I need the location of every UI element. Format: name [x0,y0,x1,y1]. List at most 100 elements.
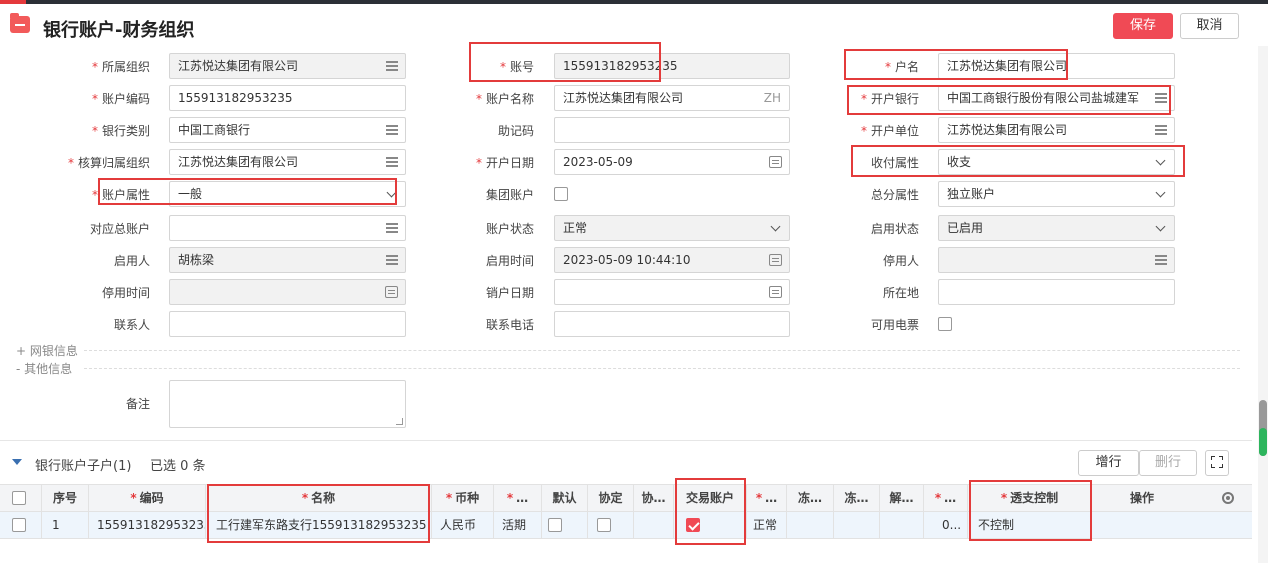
save-button[interactable]: 保存 [1113,13,1173,39]
col-seq[interactable]: 序号 [42,485,89,511]
disable-time-field[interactable] [169,279,406,305]
cell-actions[interactable] [1092,512,1252,538]
cell-type[interactable]: 活期 [494,512,542,538]
add-row-button[interactable]: 增行 [1078,450,1139,476]
col-overdraft[interactable]: * 透支控制 [968,485,1092,511]
account-code-field[interactable]: 155913182953235 [169,85,406,111]
cancel-button[interactable]: 取消 [1180,13,1239,39]
group-account-checkbox[interactable] [554,187,568,201]
open-unit-field[interactable]: 江苏悦达集团有限公司 [938,117,1175,143]
col-status[interactable]: *… [747,485,787,511]
contact-phone-label: 联系电话 [485,318,534,332]
accounting-org-field[interactable]: 江苏悦达集团有限公司 [169,149,406,175]
other-section-toggle[interactable]: - 其他信息 [16,360,72,377]
row-select[interactable] [0,512,42,538]
cell-overdraft[interactable]: 不控制 [968,512,1092,538]
cell-name[interactable]: 工行建军东路支行155913182953235 [206,512,432,538]
org-field[interactable]: 江苏悦达集团有限公司 [169,53,406,79]
col-currency[interactable]: * 币种 [432,485,494,511]
cell-freeze-1[interactable] [787,512,834,538]
e-bill-checkbox[interactable] [938,317,952,331]
agreement-checkbox[interactable] [597,518,611,532]
col-unfreeze[interactable]: 解… [880,485,924,511]
col-name[interactable]: * 名称 [206,485,432,511]
chevron-down-icon[interactable] [1155,155,1166,166]
col-agreement-2[interactable]: 协… [634,485,674,511]
bank-type-field[interactable]: 中国工商银行 [169,117,406,143]
cell-agreement[interactable] [588,512,634,538]
cell-freeze-2[interactable] [834,512,880,538]
fullscreen-button[interactable] [1205,450,1229,476]
e-bill-label: 可用电票 [870,318,919,332]
mnemonic-field[interactable] [554,117,790,143]
account-code-label: * 账户编码 [91,92,150,106]
bank-type-label: * 银行类别 [91,124,150,138]
enable-time-field[interactable]: 2023-05-09 10:44:10 [554,247,790,273]
scrollbar[interactable] [1258,46,1268,563]
account-name-label: * 户名 [884,60,919,74]
master-account-field[interactable] [169,215,406,241]
header-select-all[interactable] [0,485,42,511]
close-date-field[interactable] [554,279,790,305]
enable-status-select[interactable]: 已启用 [938,215,1175,241]
account-name-field[interactable]: 江苏悦达集团有限公司 [938,53,1175,79]
pay-attr-label: 收付属性 [870,156,919,170]
mnemonic-label: 助记码 [497,124,534,138]
bank-field[interactable]: 中国工商银行股份有限公司盐城建军 [938,85,1175,111]
org-label: * 所属组织 [91,60,150,74]
cell-default[interactable] [542,512,588,538]
list-icon[interactable] [1155,93,1167,103]
remark-label: 备注 [125,397,150,411]
col-agreement[interactable]: 协定 [588,485,634,511]
pay-attr-select[interactable]: 收支 [938,149,1175,175]
remark-textarea[interactable] [169,380,406,428]
col-freeze-1[interactable]: 冻… [787,485,834,511]
close-date-label: 销户日期 [485,286,534,300]
cell-unfreeze[interactable] [880,512,924,538]
cell-seq: 1 [42,512,89,538]
default-checkbox[interactable] [548,518,562,532]
list-icon[interactable] [1155,255,1167,265]
enable-status-label: 启用状态 [870,222,919,236]
account-no-label: * 账号 [499,60,534,74]
table-row[interactable]: 1 155913182953235 工行建军东路支行15591318295323… [0,512,1252,539]
cell-code[interactable]: 155913182953235 [89,512,206,538]
cell-status[interactable]: 正常 [747,512,787,538]
col-type[interactable]: *… [494,485,542,511]
col-default[interactable]: 默认 [542,485,588,511]
divider [84,350,1240,351]
open-date-field[interactable]: 2023-05-09 [554,149,790,175]
enable-time-label: 启用时间 [485,254,534,268]
delete-row-button[interactable]: 删行 [1139,450,1197,476]
col-amount[interactable]: *… [924,485,968,511]
chevron-down-icon[interactable] [1155,221,1166,232]
col-freeze-2[interactable]: 冻… [834,485,880,511]
disabler-field[interactable] [938,247,1175,273]
col-code[interactable]: * 编码 [89,485,206,511]
cell-amount[interactable]: 0... [924,512,968,538]
account-title-label: * 账户名称 [475,92,534,106]
trade-account-checkbox[interactable] [686,518,700,532]
master-attr-select[interactable]: 独立账户 [938,181,1175,207]
cell-agreement-2[interactable] [634,512,674,538]
collapse-triangle-icon[interactable] [12,459,22,465]
cell-trade-account[interactable] [674,512,747,538]
settings-gear-icon[interactable] [1222,492,1234,504]
account-title-field[interactable]: 江苏悦达集团有限公司 ZH [554,85,790,111]
col-trade-account[interactable]: 交易账户 [674,485,747,511]
select-all-checkbox[interactable] [12,491,26,505]
chevron-down-icon[interactable] [1155,187,1166,198]
netbank-section-toggle[interactable]: + 网银信息 [16,342,78,359]
account-status-select[interactable]: 正常 [554,215,790,241]
contact-field[interactable] [169,311,406,337]
disabler-label: 停用人 [882,254,919,268]
row-checkbox[interactable] [12,518,26,532]
accounting-org-label: * 核算归属组织 [67,156,150,170]
location-field[interactable] [938,279,1175,305]
account-attr-select[interactable]: 一般 [169,181,406,207]
cell-currency[interactable]: 人民币 [432,512,494,538]
list-icon[interactable] [1155,125,1167,135]
contact-phone-field[interactable] [554,311,790,337]
account-no-field[interactable]: 155913182953235 [554,53,790,79]
enabler-field[interactable]: 胡栋梁 [169,247,406,273]
